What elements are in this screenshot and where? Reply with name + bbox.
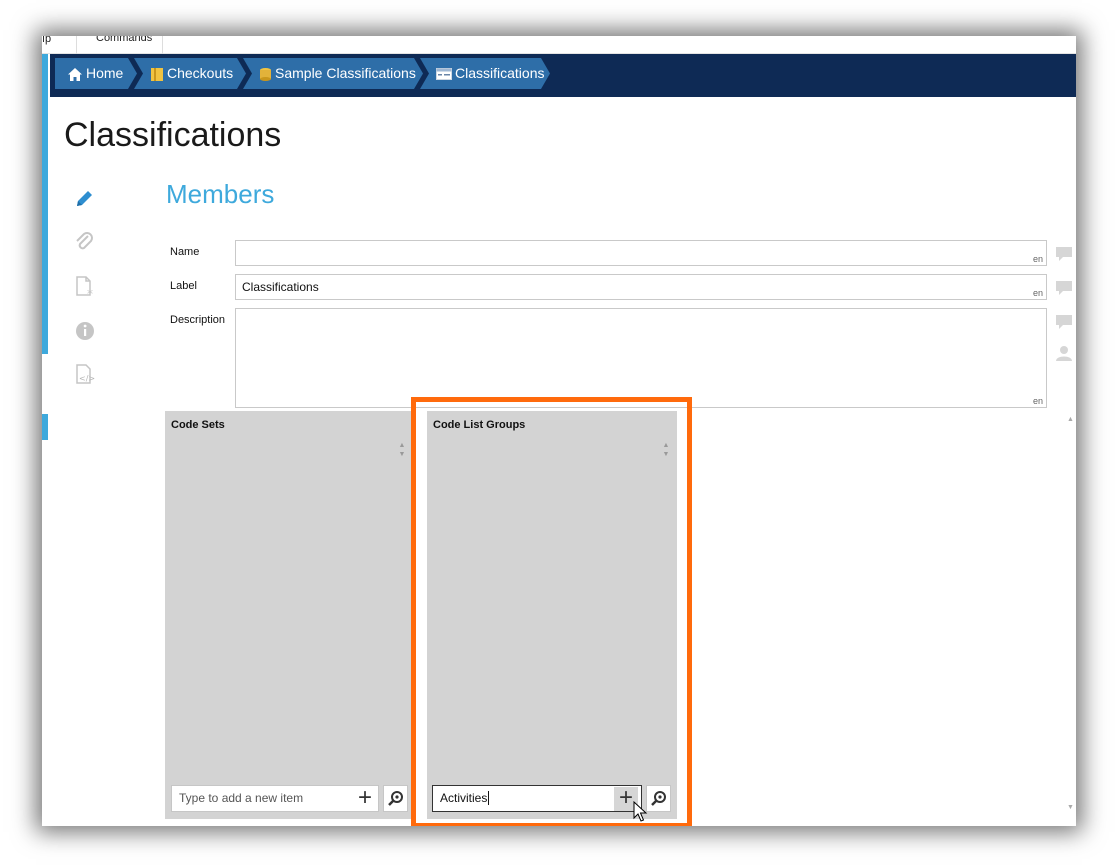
scroll-up-arrow[interactable]: ▲ [1067, 416, 1074, 423]
label-field[interactable]: Classifications en [235, 274, 1047, 300]
breadcrumb: Home Checkouts Sample Classifications Cl… [50, 54, 1076, 97]
name-label: Name [170, 246, 200, 258]
add-input-value: Activities [440, 791, 488, 805]
panel-title: Code List Groups [433, 419, 526, 431]
description-field[interactable]: en [235, 308, 1047, 408]
commands-menu-fragment[interactable]: Commands [96, 36, 152, 44]
label-value: Classifications [242, 280, 319, 294]
section-title: Members [166, 179, 275, 209]
checkouts-icon [150, 67, 164, 82]
left-rail-segment [42, 54, 48, 354]
code-sets-panel: Code Sets ▲ ▼ Type to add a new item + [165, 411, 411, 819]
search-button[interactable] [383, 785, 408, 812]
language-tag: en [1032, 396, 1043, 406]
toolbar-fragment-left[interactable]: ıp [42, 36, 51, 45]
comment-icon[interactable] [1055, 314, 1073, 330]
breadcrumb-classifications[interactable]: Classifications [420, 58, 550, 89]
name-field[interactable]: en [235, 240, 1047, 266]
language-tag: en [1032, 254, 1043, 264]
breadcrumb-home[interactable]: Home [55, 58, 137, 89]
page-title: Classifications [64, 116, 282, 154]
svg-text:*: * [87, 287, 93, 300]
breadcrumb-label: Home [86, 65, 124, 81]
code-sets-add-input[interactable]: Type to add a new item [171, 785, 379, 812]
breadcrumb-label: Classifications [455, 65, 545, 81]
custom-fields-icon[interactable]: * [72, 274, 98, 301]
left-accent-rail [42, 54, 48, 826]
breadcrumb-label: Checkouts [167, 65, 234, 81]
toolbar-divider [162, 36, 163, 54]
scheme-icon [259, 67, 272, 82]
breadcrumb-label: Sample Classifications [275, 65, 416, 81]
app-window: ıp Commands Home Checkouts Sample Classi… [42, 36, 1076, 826]
text-caret [488, 791, 490, 805]
user-icon[interactable] [1055, 345, 1073, 361]
list-scroll-arrows[interactable]: ▲ ▼ [662, 441, 670, 459]
comment-icon[interactable] [1055, 280, 1073, 296]
info-icon[interactable] [72, 318, 98, 344]
panel-title: Code Sets [171, 419, 225, 431]
top-toolbar-strip: ıp Commands [42, 36, 1076, 54]
list-scroll-arrows[interactable]: ▲ ▼ [398, 441, 406, 459]
svg-text:</>: </> [79, 374, 95, 383]
breadcrumb-sample-classifications[interactable]: Sample Classifications [243, 58, 423, 89]
xml-icon[interactable]: </> [72, 362, 98, 388]
mouse-pointer-icon [633, 800, 649, 823]
add-item-button[interactable]: + [353, 786, 377, 811]
label-label: Label [170, 280, 197, 292]
scroll-down-arrow[interactable]: ▼ [1067, 804, 1074, 811]
paperclip-icon[interactable] [72, 230, 98, 256]
left-rail-segment [42, 414, 48, 440]
code-list-groups-add-input[interactable]: Activities [432, 785, 642, 812]
classification-icon [436, 67, 452, 81]
toolbar-divider [76, 36, 77, 54]
description-label: Description [170, 314, 226, 326]
add-input-placeholder: Type to add a new item [179, 791, 304, 805]
comment-icon[interactable] [1055, 246, 1073, 262]
code-list-groups-panel: Code List Groups ▲ ▼ Activities + [427, 411, 677, 819]
breadcrumb-checkouts[interactable]: Checkouts [134, 58, 246, 89]
home-icon [67, 67, 83, 82]
language-tag: en [1032, 288, 1043, 298]
pencil-icon[interactable] [72, 186, 98, 212]
search-button[interactable] [646, 785, 671, 812]
